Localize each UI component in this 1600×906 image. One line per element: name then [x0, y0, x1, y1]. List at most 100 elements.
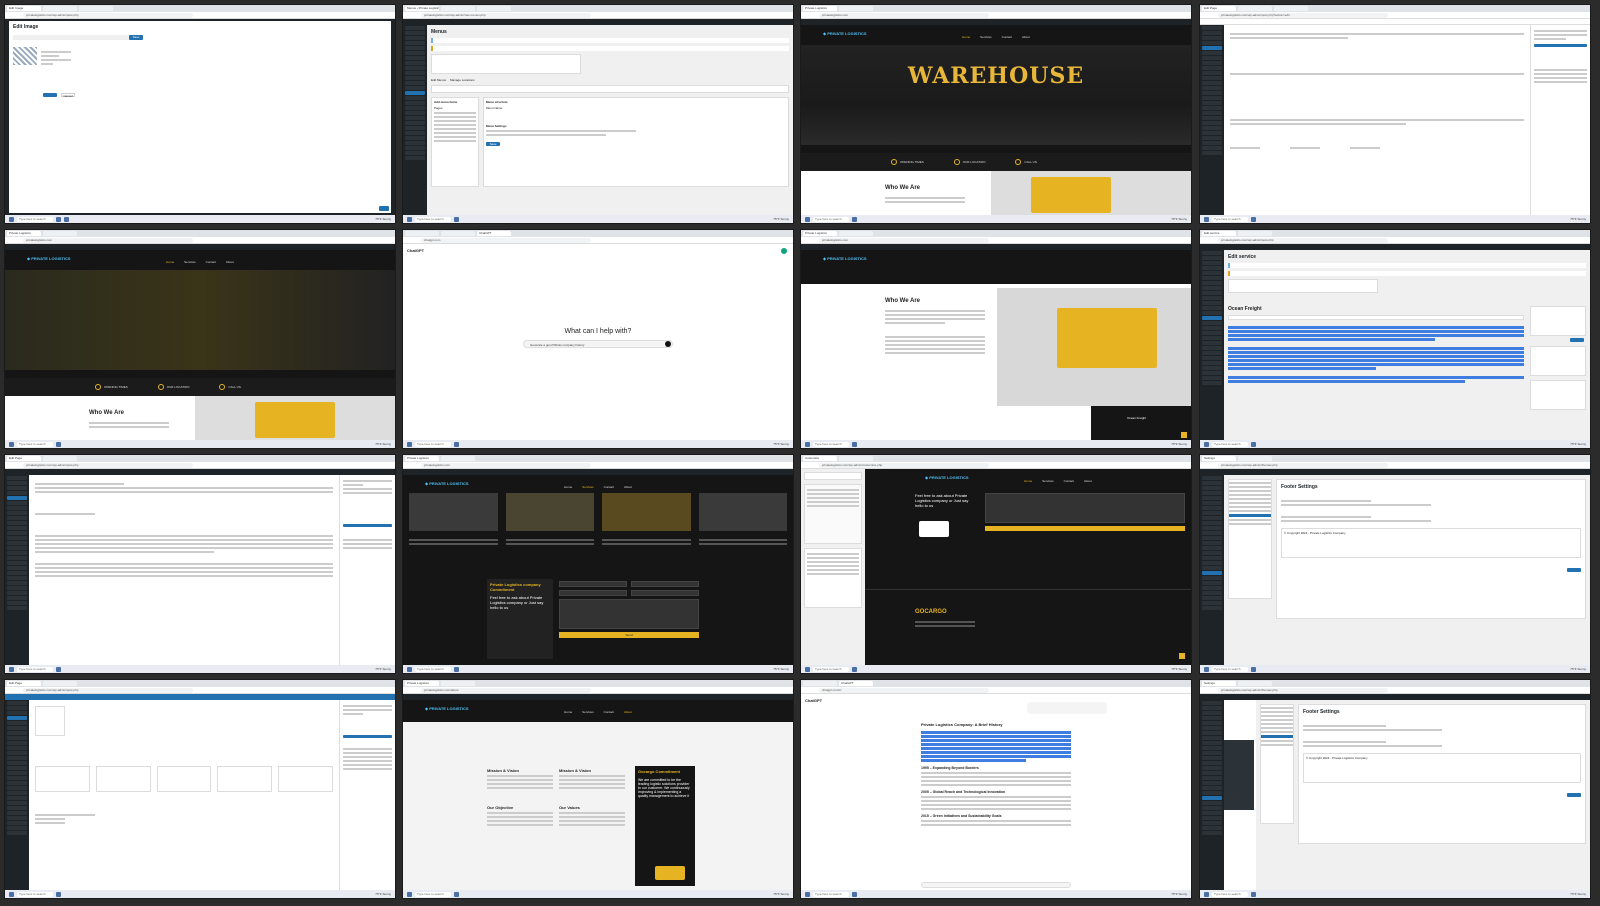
url-field[interactable]: privatelogistics.com [819, 238, 989, 243]
windows-start-icon[interactable] [805, 891, 810, 897]
tab[interactable] [43, 6, 77, 11]
windows-start-icon[interactable] [805, 666, 810, 672]
url-field[interactable]: privatelogistics.com/about [421, 688, 591, 693]
windows-start-icon[interactable] [407, 891, 412, 897]
nav-services[interactable]: Services [582, 485, 594, 489]
site-logo[interactable]: ◆ PRIVATE LOGISTICS [823, 256, 867, 261]
update-button[interactable] [379, 206, 389, 211]
app-icon[interactable] [852, 891, 857, 897]
nav-about[interactable]: About [1022, 35, 1030, 39]
taskbar-search[interactable]: Type here to search [1212, 891, 1248, 897]
app-title[interactable]: ChatGPT [407, 248, 424, 253]
tab[interactable] [1238, 231, 1272, 236]
url-field[interactable]: privatelogistics.com [421, 463, 591, 468]
app-icon[interactable] [56, 216, 61, 222]
editor-canvas[interactable] [29, 700, 339, 890]
tab[interactable] [803, 681, 837, 686]
windows-start-icon[interactable] [9, 891, 14, 897]
app-icon[interactable] [852, 441, 857, 447]
app-icon[interactable] [454, 666, 459, 672]
app-icon[interactable] [56, 666, 61, 672]
editor-toolbar[interactable] [1228, 315, 1524, 320]
tab[interactable]: Private Logistics [7, 231, 41, 236]
prompt-input[interactable]: Generate a good Whois company history [523, 340, 673, 348]
service-card[interactable] [602, 493, 691, 531]
send-icon[interactable] [665, 341, 671, 347]
taskbar-search[interactable]: Type here to search [1212, 441, 1248, 447]
tab[interactable] [1274, 6, 1308, 11]
block-inserter[interactable] [35, 706, 65, 736]
message-field[interactable] [985, 493, 1185, 523]
service-card[interactable]: Ocean Freight [1091, 406, 1191, 442]
taskbar-search[interactable]: Type here to search [17, 441, 53, 447]
nav-contact[interactable]: Contact [206, 260, 216, 264]
taskbar-search[interactable]: Type here to search [1212, 216, 1248, 222]
menu-select-bar[interactable] [431, 85, 789, 93]
app-icon[interactable] [56, 891, 61, 897]
email-field[interactable] [631, 581, 699, 587]
tab[interactable]: Private Logistics [405, 456, 439, 461]
editor-canvas[interactable] [29, 475, 339, 665]
nav-home[interactable]: Home [564, 710, 572, 714]
windows-start-icon[interactable] [9, 441, 14, 447]
nav-about[interactable]: About [624, 710, 632, 714]
tab[interactable]: Edit Image [7, 6, 41, 11]
copyright-editor[interactable]: © Copyright 2024 - Private Logistics Com… [1303, 753, 1581, 783]
save-settings-button[interactable] [1567, 793, 1581, 797]
taskbar-search[interactable]: Type here to search [17, 216, 53, 222]
image-toolbar[interactable] [13, 35, 133, 40]
tab[interactable]: Menus ‹ Private Logistics [405, 6, 439, 11]
url-field[interactable]: privatelogistics.com/wp-admin/themes.php [1218, 463, 1388, 468]
tab[interactable] [1238, 6, 1272, 11]
cancel-button[interactable]: Cancel [61, 93, 75, 98]
url-field[interactable]: chatgpt.com/c/ [819, 688, 989, 693]
nav-home[interactable]: Home [962, 35, 970, 39]
nav-about[interactable]: About [624, 485, 632, 489]
save-edits-button[interactable]: Save Edits [129, 35, 143, 43]
app-icon[interactable] [56, 441, 61, 447]
tab[interactable] [839, 456, 873, 461]
tab[interactable]: Edit Page [7, 456, 41, 461]
arrow-icon[interactable] [1181, 432, 1187, 438]
nav-about[interactable]: About [1084, 479, 1092, 483]
nav-services[interactable]: Services [184, 260, 196, 264]
tab[interactable]: Private Logistics [803, 231, 837, 236]
pages-accordion[interactable]: Pages [434, 106, 476, 110]
tab[interactable] [1238, 456, 1272, 461]
service-card[interactable] [698, 493, 787, 531]
app-icon[interactable] [852, 666, 857, 672]
scroll-top-button[interactable] [1179, 653, 1185, 659]
save-menu-button[interactable]: Save Menu [486, 142, 500, 150]
taskbar-search[interactable]: Type here to search [415, 441, 451, 447]
tab[interactable] [43, 231, 77, 236]
nav-home[interactable]: Home [1024, 479, 1032, 483]
windows-start-icon[interactable] [9, 666, 14, 672]
taskbar-search[interactable]: Type here to search [415, 216, 451, 222]
nav-contact[interactable]: Contact [1064, 479, 1074, 483]
nav-contact[interactable]: Contact [604, 710, 614, 714]
taskbar-search[interactable]: Type here to search [415, 891, 451, 897]
tab[interactable] [441, 456, 475, 461]
url-field[interactable]: privatelogistics.com/wp-admin/post.php [23, 463, 193, 468]
app-icon[interactable] [454, 441, 459, 447]
subject-field[interactable] [631, 590, 699, 596]
widget-settings[interactable] [804, 548, 862, 608]
nav-services[interactable]: Services [1042, 479, 1054, 483]
editor-canvas[interactable] [1224, 25, 1530, 215]
tab[interactable] [79, 6, 113, 11]
tab[interactable]: Settings [1202, 456, 1236, 461]
post-title-input[interactable]: Ocean Freight [1228, 306, 1524, 312]
windows-start-icon[interactable] [407, 441, 412, 447]
tab[interactable] [43, 456, 77, 461]
send-button[interactable] [985, 526, 1185, 531]
nav-services[interactable]: Services [980, 35, 992, 39]
tab[interactable]: Private Logistics [803, 6, 837, 11]
nav-contact[interactable]: Contact [1002, 35, 1012, 39]
nav-contact[interactable]: Contact [604, 485, 614, 489]
windows-start-icon[interactable] [1204, 216, 1209, 222]
app-icon[interactable] [454, 891, 459, 897]
tab[interactable] [441, 231, 475, 236]
service-card[interactable] [409, 493, 498, 531]
apply-button[interactable] [43, 93, 57, 97]
url-field[interactable]: privatelogistics.com [23, 238, 193, 243]
